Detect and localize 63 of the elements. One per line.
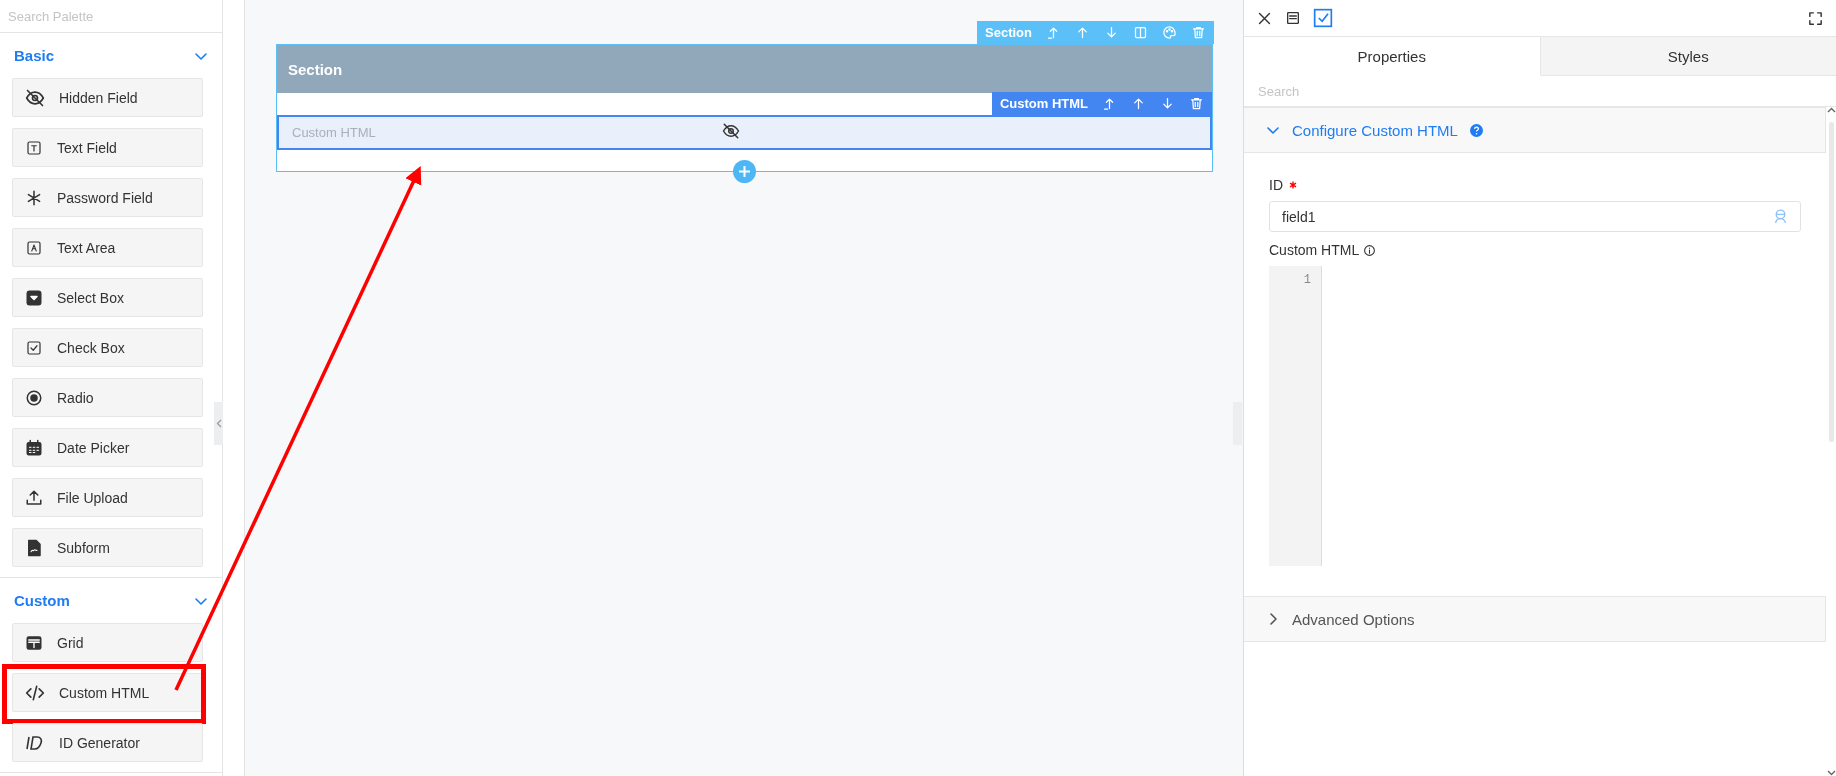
palette-item[interactable]: Text Area — [12, 228, 203, 267]
section-container[interactable]: Section Custom HTML Custom HTML — [276, 44, 1213, 172]
palette-item[interactable]: Password Field — [12, 178, 203, 217]
person-icon — [1772, 208, 1789, 225]
text-field-icon — [25, 138, 43, 157]
accordion-header[interactable]: Advanced Options — [1244, 596, 1826, 642]
field-label: Custom HTML — [1269, 242, 1360, 258]
panel-icon — [1285, 10, 1301, 26]
accordion-title: Advanced Options — [1292, 610, 1415, 628]
eye-off-icon — [25, 87, 45, 108]
plus-icon — [738, 165, 751, 178]
section-header: Section — [277, 45, 1212, 93]
collapse-handle[interactable] — [214, 402, 223, 445]
eye-off-icon — [722, 121, 740, 140]
upload-icon — [25, 488, 43, 507]
resize-handle[interactable] — [1233, 402, 1242, 445]
toolbar-label: Section — [985, 25, 1032, 40]
palette-item[interactable]: Date Picker — [12, 428, 203, 467]
palette-icon — [1162, 25, 1177, 40]
asterisk-icon — [25, 188, 43, 207]
text-area-icon — [25, 238, 43, 257]
palette-item[interactable]: Subform — [12, 528, 203, 567]
accordion-title: Configure Custom HTML — [1292, 121, 1458, 139]
checked-box-icon[interactable] — [1313, 8, 1333, 28]
panel-tab[interactable]: Properties — [1244, 36, 1541, 76]
id-icon — [25, 733, 45, 752]
arrow-down-icon — [1104, 25, 1119, 40]
palette-item[interactable]: Radio — [12, 378, 203, 417]
help-icon — [1469, 123, 1483, 137]
panel-tab[interactable]: Styles — [1540, 36, 1836, 76]
scroll-down-icon[interactable] — [1826, 769, 1836, 776]
palette-item[interactable]: Grid — [12, 623, 203, 662]
component-label: Custom HTML — [292, 125, 377, 140]
scroll-up-icon[interactable] — [1826, 107, 1836, 114]
palette-item[interactable]: File Upload — [12, 478, 203, 517]
palette-item[interactable]: Text Field — [12, 128, 203, 167]
palette-item[interactable]: ID Generator — [12, 723, 203, 762]
document-icon — [25, 538, 43, 557]
palette-item[interactable]: Check Box — [12, 328, 203, 367]
field-label: ID — [1269, 177, 1283, 193]
fullscreen-icon — [1807, 9, 1824, 27]
palette-item[interactable]: Select Box — [12, 278, 203, 317]
trash-icon — [1191, 25, 1206, 40]
palette-item[interactable]: Hidden Field — [12, 78, 203, 117]
palette-item[interactable]: Custom HTML — [12, 673, 203, 712]
trash-icon — [1189, 96, 1204, 111]
columns-icon — [1133, 25, 1148, 40]
group-title[interactable]: Custom — [14, 592, 70, 609]
checkbox-icon — [25, 338, 43, 357]
calendar-icon — [25, 438, 43, 457]
arrow-down-icon — [1160, 96, 1175, 111]
arrow-up-icon — [1075, 25, 1090, 40]
id-input-field[interactable]: field1 — [1269, 201, 1801, 232]
toolbar-label: Custom HTML — [999, 96, 1088, 111]
radio-icon — [25, 388, 43, 407]
table-icon — [25, 633, 43, 652]
arrow-up-icon — [1131, 96, 1146, 111]
info-icon — [1363, 243, 1377, 257]
add-button[interactable] — [733, 160, 756, 183]
group-title[interactable]: Basic — [14, 47, 55, 64]
accordion-header[interactable]: Configure Custom HTML — [1244, 107, 1826, 153]
line-number: 1 — [1302, 273, 1311, 287]
select-box-icon — [25, 288, 43, 307]
